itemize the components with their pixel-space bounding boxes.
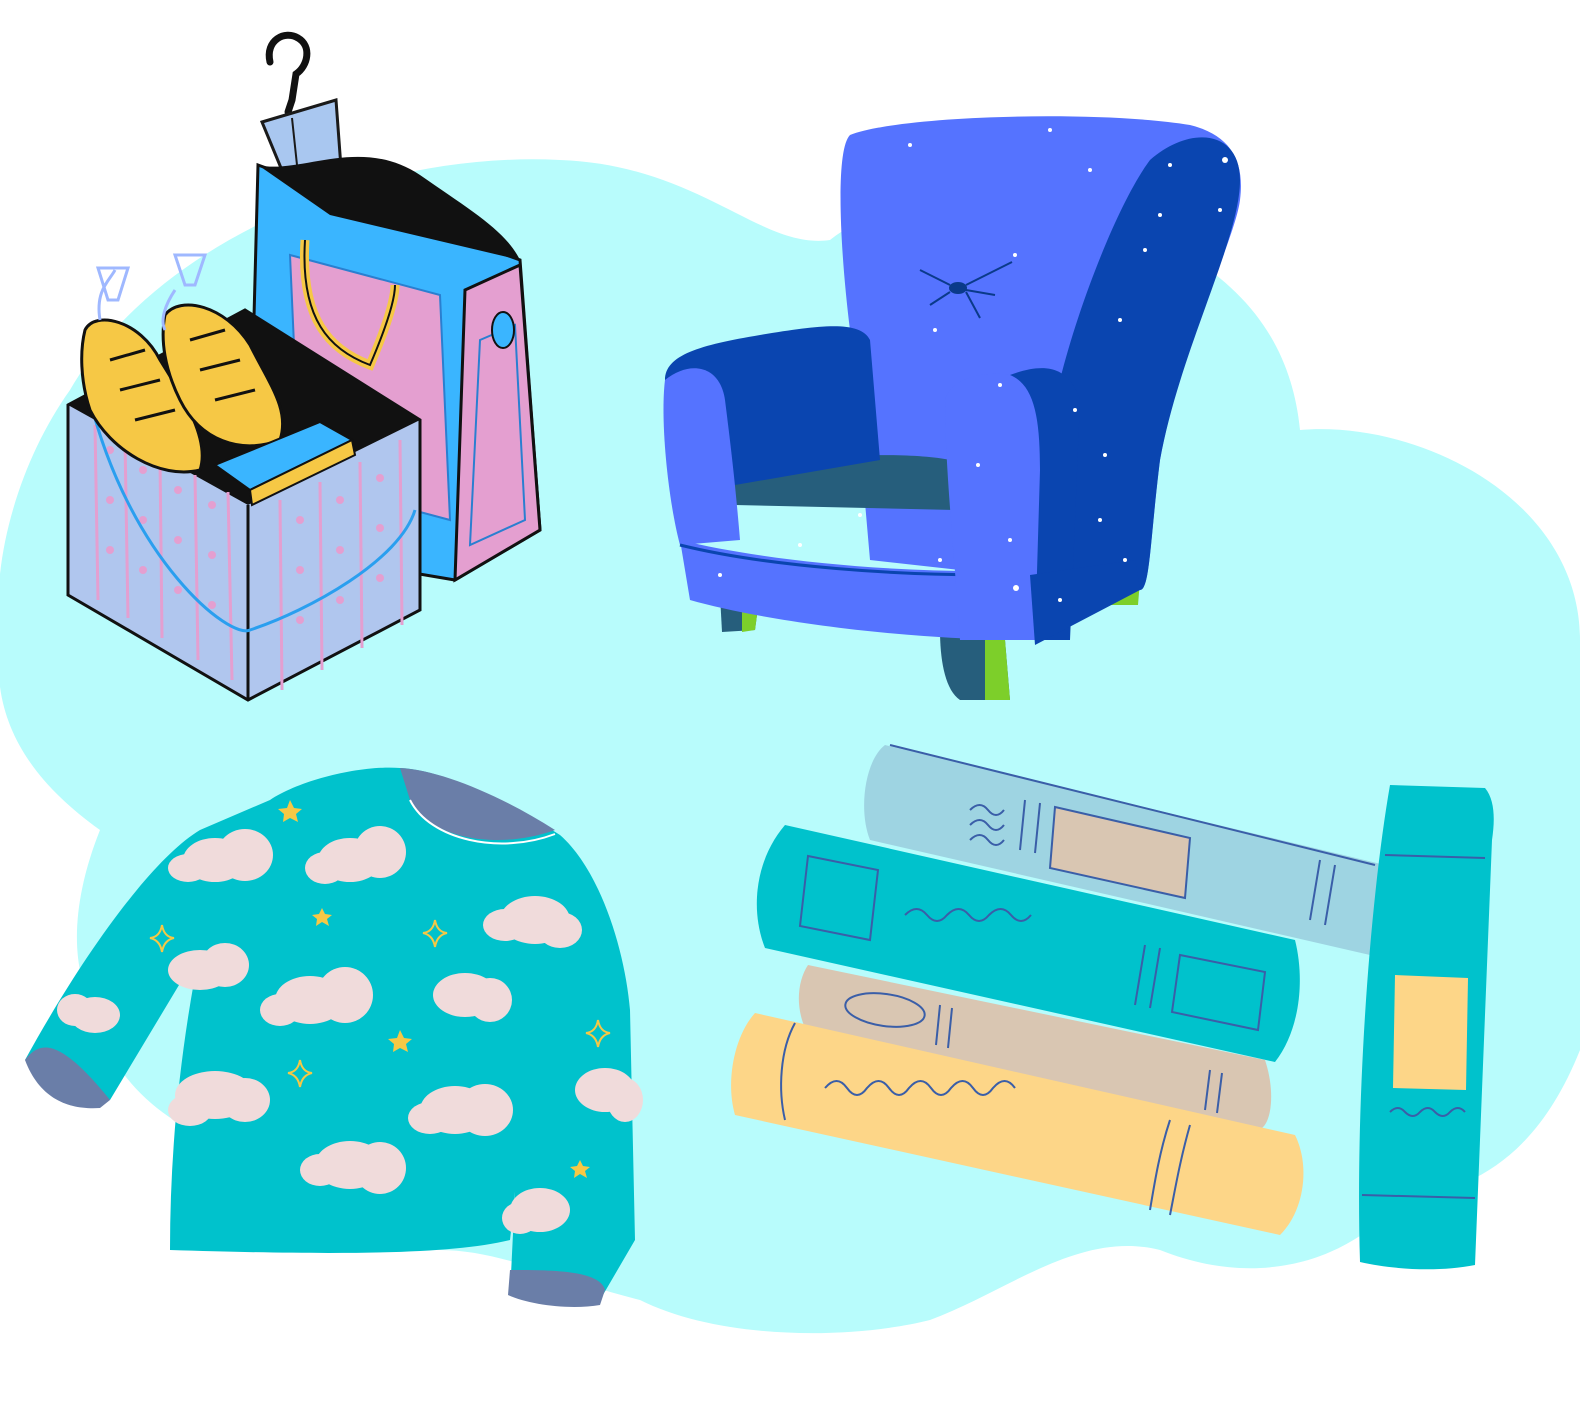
book-standing-label bbox=[1393, 975, 1468, 1090]
hanger-hook-icon bbox=[265, 31, 311, 116]
armchair-right-arm bbox=[945, 373, 1040, 640]
household-donation-illustration bbox=[0, 31, 1580, 1334]
bag-button-icon bbox=[491, 311, 515, 349]
